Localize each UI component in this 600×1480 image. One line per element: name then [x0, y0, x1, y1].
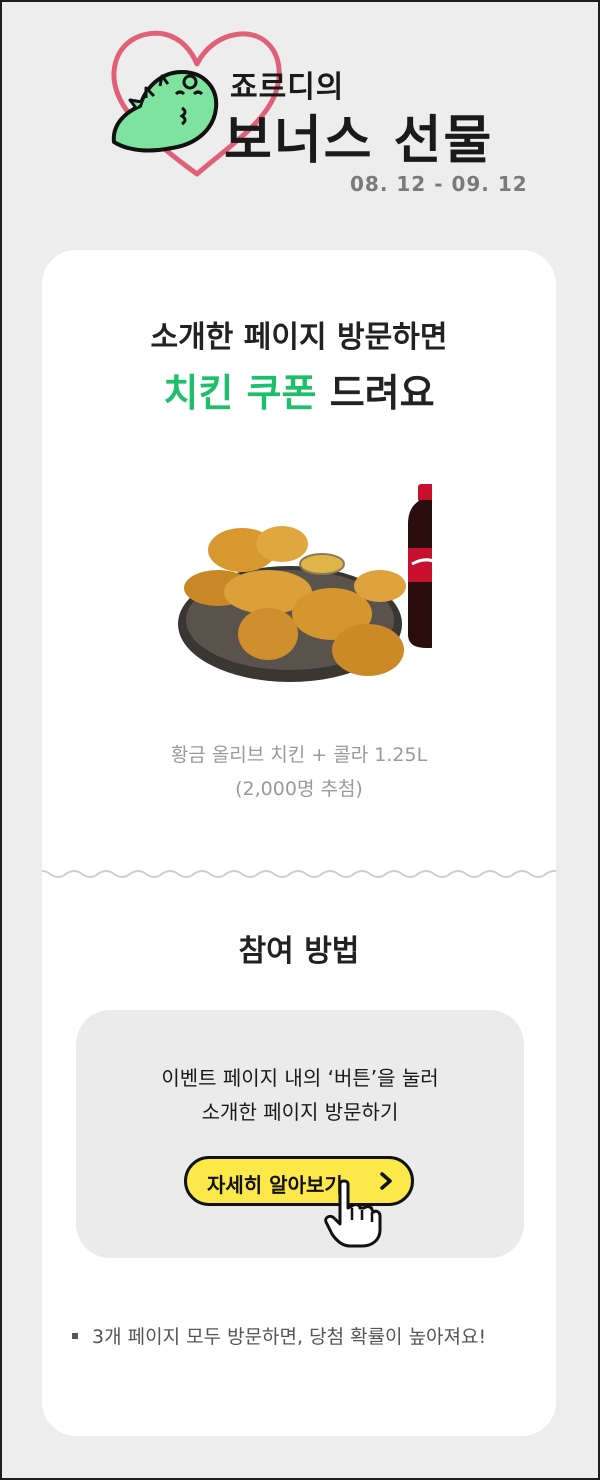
event-page: 죠르디의 보너스 선물 08. 12 - 09. 12 소개한 페이지 방문하면…	[0, 0, 600, 1480]
participation-note: 3개 페이지 모두 방문하면, 당첨 확률이 높아져요!	[72, 1318, 522, 1356]
intro-line-2-rest: 드려요	[316, 371, 435, 415]
how-to-title: 참여 방법	[238, 934, 360, 969]
prize-count: (2,000명 추첨)	[235, 778, 363, 800]
intro-line-1: 소개한 페이지 방문하면	[150, 320, 448, 355]
note-bullet	[72, 1333, 78, 1339]
note-text: 3개 페이지 모두 방문하면, 당첨 확률이 높아져요!	[92, 1326, 487, 1348]
step-instruction-1: 이벤트 페이지 내의 ‘버튼’을 눌러	[161, 1066, 439, 1090]
prize-name: 황금 올리브 치킨 + 콜라 1.25L	[170, 744, 428, 766]
jordy-dino-icon	[111, 70, 219, 153]
step-box: 이벤트 페이지 내의 ‘버튼’을 눌러 소개한 페이지 방문하기 자세히 알아보…	[76, 1010, 524, 1258]
event-dates: 08. 12 - 09. 12	[350, 172, 528, 196]
wavy-divider	[42, 870, 556, 878]
event-card: 소개한 페이지 방문하면 치킨 쿠폰 드려요 황금 올리브 치킨 + 콜라 1.…	[42, 250, 556, 1436]
step-instruction-2: 소개한 페이지 방문하기	[201, 1100, 399, 1124]
intro-line-2: 치킨 쿠폰 드려요	[42, 362, 556, 417]
event-header: 죠르디의 보너스 선물 08. 12 - 09. 12	[2, 2, 598, 242]
intro-highlight: 치킨 쿠폰	[163, 371, 317, 415]
header-title: 보너스 선물	[224, 111, 494, 171]
chicken-cola-image	[178, 484, 432, 682]
pointing-hand-icon	[324, 1179, 382, 1248]
